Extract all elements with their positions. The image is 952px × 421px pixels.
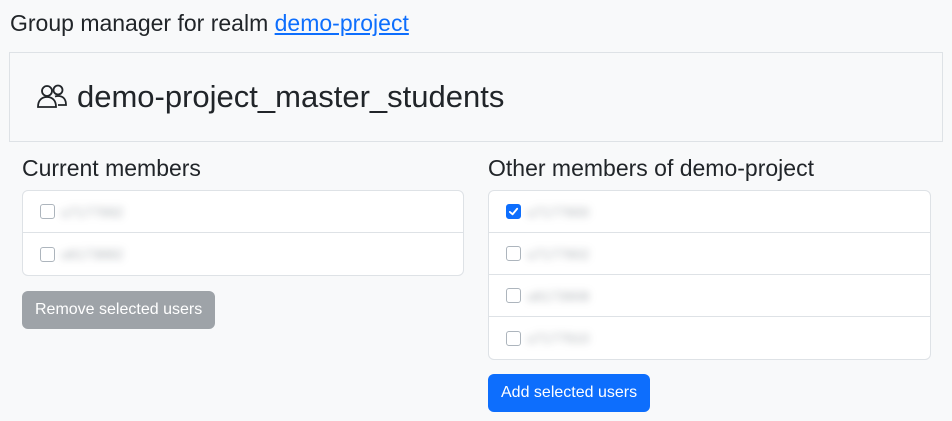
group-header: demo-project_master_students: [9, 52, 943, 142]
group-manager-page: Group manager for realm demo-project dem…: [0, 0, 952, 421]
user-checkbox[interactable]: [506, 330, 521, 346]
list-item[interactable]: u6173882: [23, 233, 463, 275]
list-item[interactable]: u7177910: [489, 317, 930, 359]
add-selected-users-button[interactable]: Add selected users: [488, 374, 651, 412]
user-name: u6173908: [527, 287, 590, 304]
list-item[interactable]: u6173908: [489, 275, 930, 317]
page-title: Group manager for realm demo-project: [10, 8, 409, 38]
list-item[interactable]: u7177902: [489, 233, 930, 275]
user-checkbox[interactable]: [40, 204, 55, 219]
current-members-list: u7177992 u6173882: [22, 190, 464, 276]
user-checkbox[interactable]: [506, 204, 521, 219]
user-name: u7177900: [527, 203, 590, 220]
user-name: u7177910: [527, 330, 590, 346]
list-item[interactable]: u7177992: [23, 191, 463, 233]
user-name: u6173882: [61, 246, 124, 262]
realm-link[interactable]: demo-project: [275, 10, 409, 36]
other-members-title: Other members of demo-project: [488, 155, 814, 181]
other-members-list: u7177900 u7177902 u6173908 u7177910: [488, 190, 931, 360]
user-checkbox[interactable]: [506, 246, 521, 261]
page-title-prefix: Group manager for realm: [10, 10, 275, 36]
user-name: u7177992: [61, 203, 124, 220]
user-checkbox[interactable]: [40, 246, 55, 262]
user-checkbox[interactable]: [506, 288, 521, 303]
remove-selected-users-button[interactable]: Remove selected users: [22, 291, 216, 329]
current-members-title: Current members: [22, 155, 201, 181]
group-name: demo-project_master_students: [77, 79, 505, 114]
user-name: u7177902: [527, 245, 590, 262]
list-item[interactable]: u7177900: [489, 191, 930, 233]
people-icon: [35, 80, 69, 114]
